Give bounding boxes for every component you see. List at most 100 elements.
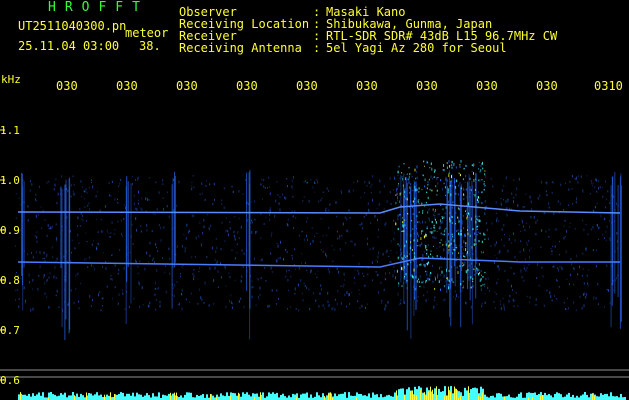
- noise-speck: [86, 220, 87, 222]
- noise-speck: [346, 291, 348, 295]
- noise-speck: [109, 236, 111, 238]
- echo-histogram-bar: [352, 396, 354, 400]
- meteor-echo-bright: [459, 165, 461, 168]
- noise-speck: [377, 273, 379, 276]
- meteor-echo-bright: [413, 288, 415, 290]
- noise-speck: [511, 284, 512, 288]
- meteor-echo-bright: [416, 264, 418, 268]
- meteor-echo-bright: [474, 194, 476, 197]
- noise-speck: [390, 202, 392, 206]
- noise-speck: [314, 191, 316, 193]
- noise-speck: [583, 228, 585, 232]
- echo-histogram-bar: [394, 392, 396, 400]
- noise-speck: [493, 261, 495, 265]
- noise-speck: [304, 285, 306, 287]
- meteor-echo-bright: [424, 165, 425, 167]
- noise-speck: [233, 234, 235, 237]
- noise-speck: [454, 290, 456, 293]
- noise-speck: [162, 179, 164, 182]
- noise-speck: [105, 205, 107, 208]
- noise-speck: [39, 265, 41, 269]
- meteor-echo-bright: [401, 172, 403, 174]
- noise-speck: [570, 258, 572, 260]
- meteor-echo-bright: [451, 207, 453, 209]
- noise-speck: [204, 198, 206, 201]
- noise-speck: [159, 304, 161, 308]
- noise-speck: [305, 262, 306, 264]
- noise-speck: [133, 202, 135, 206]
- noise-speck: [572, 203, 574, 205]
- noise-speck: [66, 216, 68, 219]
- noise-speck: [312, 186, 314, 189]
- meteor-echo-bright: [405, 177, 406, 181]
- meteor-echo-bright: [473, 172, 474, 175]
- meteor-echo-bright: [439, 242, 441, 244]
- noise-speck: [255, 231, 257, 234]
- echo-histogram-bar: [80, 393, 82, 400]
- noise-speck: [138, 199, 139, 201]
- noise-speck: [339, 248, 341, 251]
- noise-speck: [224, 240, 226, 243]
- noise-speck: [145, 197, 147, 201]
- noise-speck: [191, 188, 193, 191]
- noise-speck: [484, 301, 486, 304]
- noise-speck: [606, 264, 608, 267]
- meteor-echo-bright: [451, 233, 453, 236]
- noise-speck: [426, 291, 428, 293]
- noise-speck: [23, 286, 25, 290]
- noise-speck: [383, 208, 385, 210]
- noise-speck: [580, 175, 582, 179]
- echo-histogram-bar: [152, 393, 154, 400]
- noise-speck: [240, 297, 242, 300]
- meteor-echo-bright: [431, 220, 433, 224]
- noise-speck: [232, 190, 234, 192]
- noise-speck: [478, 224, 480, 227]
- noise-speck: [529, 296, 531, 299]
- meteor-echo-bright: [439, 266, 440, 270]
- noise-speck: [563, 225, 565, 228]
- noise-speck: [181, 293, 183, 295]
- meteor-echo-bright: [440, 239, 442, 241]
- echo-histogram-bar: [56, 396, 58, 400]
- meteor-echo-bright: [416, 280, 418, 283]
- meteor-echo-bright: [462, 215, 464, 217]
- noise-speck: [571, 175, 573, 178]
- echo-histogram-bar: [466, 390, 468, 400]
- noise-speck: [487, 286, 489, 289]
- noise-speck: [496, 257, 498, 260]
- noise-speck: [347, 229, 349, 233]
- noise-speck: [443, 243, 445, 246]
- noise-speck: [102, 266, 103, 268]
- noise-speck: [607, 190, 609, 193]
- noise-speck: [243, 305, 245, 309]
- meteor-echo-bright: [410, 183, 412, 186]
- noise-speck: [613, 195, 615, 199]
- noise-speck: [352, 255, 354, 257]
- meteor-echo-bright: [450, 243, 452, 245]
- meteor-echo-bright: [397, 227, 399, 231]
- meteor-echo-bright: [420, 237, 422, 241]
- noise-speck: [364, 284, 366, 287]
- meteor-echo-bright: [395, 276, 397, 280]
- noise-speck: [551, 192, 553, 194]
- echo-histogram-bar: [272, 392, 274, 400]
- noise-speck: [609, 220, 610, 222]
- noise-speck: [546, 289, 548, 292]
- noise-speck: [387, 301, 389, 304]
- noise-speck: [243, 252, 245, 255]
- noise-speck: [316, 232, 318, 234]
- noise-speck: [423, 294, 425, 297]
- noise-speck: [327, 268, 329, 271]
- meteor-echo: [125, 186, 127, 324]
- noise-speck: [385, 272, 386, 275]
- noise-speck: [54, 266, 56, 269]
- noise-speck: [372, 247, 374, 250]
- meteor-echo-bright: [408, 181, 410, 184]
- noise-speck: [43, 251, 45, 255]
- noise-speck: [538, 284, 540, 287]
- meteor-echo-bright: [416, 165, 418, 169]
- noise-speck: [436, 303, 438, 306]
- noise-speck: [52, 225, 53, 229]
- time-tick-label: 030: [476, 79, 498, 93]
- noise-speck: [82, 218, 84, 222]
